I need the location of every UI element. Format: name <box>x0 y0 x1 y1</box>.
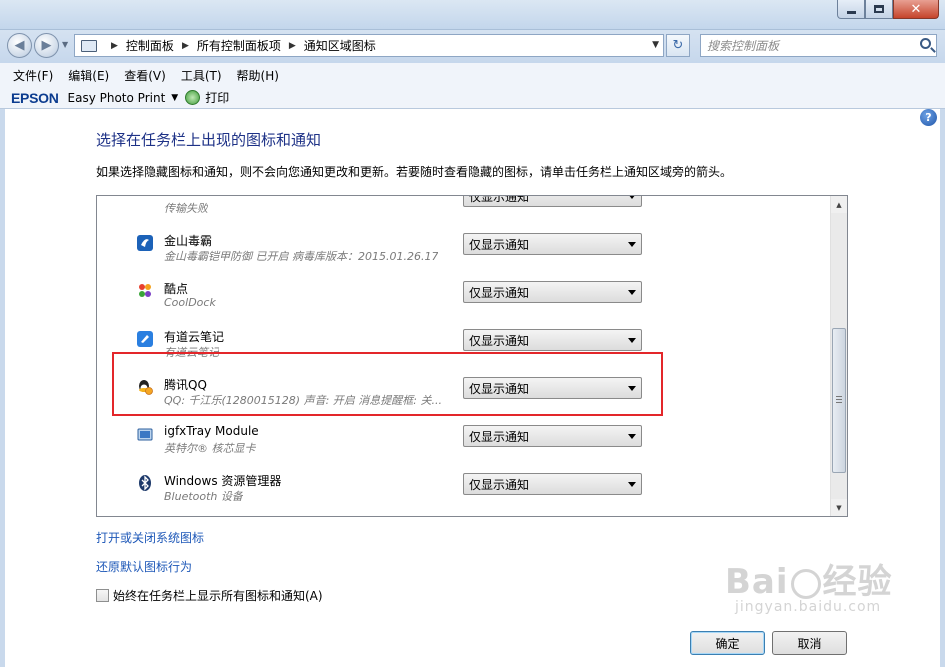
close-icon: ✕ <box>910 1 922 17</box>
list-item: 酷点 CoolDock 仅显示通知 <box>97 272 830 320</box>
print-icon[interactable] <box>185 90 201 105</box>
scroll-down-button[interactable]: ▼ <box>831 499 847 516</box>
kingsoft-antivirus-icon <box>137 235 153 251</box>
forward-arrow-icon: ▶ <box>41 38 52 53</box>
chevron-down-icon[interactable]: ▼ <box>171 93 178 103</box>
menu-tools[interactable]: 工具(T) <box>181 67 222 84</box>
window-controls: ✕ <box>837 0 939 19</box>
search-input[interactable]: 搜索控制面板 <box>700 34 937 57</box>
cooldock-icon <box>139 284 151 297</box>
list-item-name: 酷点 <box>164 282 189 296</box>
chevron-down-icon <box>628 290 636 295</box>
menu-help[interactable]: 帮助(H) <box>237 67 279 84</box>
always-show-checkbox[interactable] <box>96 589 109 602</box>
recent-pages-dropdown[interactable]: ▼ <box>62 40 68 49</box>
intel-graphics-icon <box>137 428 153 441</box>
chevron-down-icon <box>628 196 636 199</box>
refresh-button[interactable]: ↻ <box>666 34 690 57</box>
maximize-icon <box>874 5 884 13</box>
minimize-icon <box>846 10 856 14</box>
forward-button[interactable]: ▶ <box>34 33 59 58</box>
navigation-bar: ◀ ▶ ▼ ▶ 控制面板 ▶ 所有控制面板项 ▶ 通知区域图标 ▼ ↻ 搜索控制… <box>0 30 945 63</box>
chevron-down-icon <box>628 242 636 247</box>
list-item-status: 金山毒霸铠甲防御 已开启 病毒库版本：2015.01.26.17 <box>164 250 439 263</box>
menu-view[interactable]: 查看(V) <box>124 67 166 84</box>
baidu-watermark: Bai 经验 jingyan.baidu.com <box>725 562 893 615</box>
bluetooth-icon <box>139 475 151 491</box>
chevron-right-icon[interactable]: ▶ <box>289 41 296 51</box>
menu-file[interactable]: 文件(F) <box>13 67 53 84</box>
control-panel-icon <box>81 39 97 52</box>
youdao-note-icon <box>137 331 153 347</box>
system-icons-link[interactable]: 打开或关闭系统图标 <box>96 529 204 546</box>
title-bar: ✕ <box>0 0 945 30</box>
list-item-name: Windows 资源管理器 <box>164 474 282 488</box>
menu-edit[interactable]: 编辑(E) <box>68 67 109 84</box>
epson-logo: EPSON <box>11 89 59 106</box>
maximize-button[interactable] <box>865 0 893 19</box>
list-item-status: 传输失败 <box>164 202 208 215</box>
breadcrumb-all-items[interactable]: 所有控制面板项 <box>197 37 281 54</box>
chevron-right-icon[interactable]: ▶ <box>182 41 189 51</box>
always-show-label[interactable]: 始终在任务栏上显示所有图标和通知(A) <box>113 587 323 604</box>
page-description: 如果选择隐藏图标和通知，则不会向您通知更改和更新。若要随时查看隐藏的图标，请单击… <box>96 165 733 179</box>
cancel-button[interactable]: 取消 <box>772 631 847 655</box>
chevron-down-icon <box>628 434 636 439</box>
breadcrumb-notification-icons[interactable]: 通知区域图标 <box>304 37 376 54</box>
transfer-icon <box>137 196 153 203</box>
always-show-row: 始终在任务栏上显示所有图标和通知(A) <box>96 587 323 604</box>
chevron-down-icon <box>628 338 636 343</box>
address-dropdown-icon[interactable]: ▼ <box>652 40 659 50</box>
breadcrumb-control-panel[interactable]: 控制面板 <box>126 37 174 54</box>
behavior-select[interactable]: 仅显示通知 <box>463 281 642 303</box>
baidu-paw-icon <box>790 568 821 599</box>
list-item-status: CoolDock <box>164 296 216 309</box>
list-item-name: 金山毒霸 <box>164 234 213 248</box>
qq-highlight-box <box>112 352 663 416</box>
page-title: 选择在任务栏上出现的图标和通知 <box>96 131 322 149</box>
list-item-name: 有道云笔记 <box>164 330 225 344</box>
behavior-select[interactable]: 仅显示通知 <box>463 425 642 447</box>
vertical-scrollbar[interactable]: ▲ ▼ <box>830 196 847 516</box>
back-button[interactable]: ◀ <box>7 33 32 58</box>
behavior-select[interactable]: 仅显示通知 <box>463 329 642 351</box>
scrollbar-thumb[interactable] <box>832 328 846 473</box>
easy-photo-print-button[interactable]: Easy Photo Print <box>68 91 166 105</box>
chevron-right-icon[interactable]: ▶ <box>111 41 118 51</box>
address-bar[interactable]: ▶ 控制面板 ▶ 所有控制面板项 ▶ 通知区域图标 ▼ <box>74 34 664 57</box>
back-arrow-icon: ◀ <box>14 38 25 53</box>
minimize-button[interactable] <box>837 0 865 19</box>
restore-default-link[interactable]: 还原默认图标行为 <box>96 558 192 575</box>
behavior-select[interactable]: 仅显示通知 <box>463 196 642 207</box>
grip-icon <box>836 396 842 403</box>
list-item: igfxTray Module 英特尔® 核芯显卡 仅显示通知 <box>97 416 830 464</box>
chevron-down-icon <box>628 482 636 487</box>
list-item-status: 英特尔® 核芯显卡 <box>164 442 256 455</box>
ok-button[interactable]: 确定 <box>690 631 765 655</box>
scroll-up-button[interactable]: ▲ <box>831 196 847 213</box>
search-icon[interactable] <box>920 38 931 49</box>
behavior-select[interactable]: 仅显示通知 <box>463 473 642 495</box>
help-icon[interactable]: ? <box>920 109 937 126</box>
epson-toolbar: EPSON Easy Photo Print ▼ 打印 <box>0 87 945 109</box>
list-item: 金山毒霸 金山毒霸铠甲防御 已开启 病毒库版本：2015.01.26.17 仅显… <box>97 224 830 272</box>
search-placeholder: 搜索控制面板 <box>707 39 780 53</box>
behavior-select[interactable]: 仅显示通知 <box>463 233 642 255</box>
refresh-icon: ↻ <box>672 38 684 53</box>
print-button[interactable]: 打印 <box>205 89 229 106</box>
list-item: Windows 资源管理器 Bluetooth 设备 仅显示通知 <box>97 464 830 512</box>
list-item-name: igfxTray Module <box>164 424 259 438</box>
menu-bar: 文件(F) 编辑(E) 查看(V) 工具(T) 帮助(H) <box>0 63 945 87</box>
list-item: 传输失败 仅显示通知 <box>97 196 830 224</box>
close-button[interactable]: ✕ <box>893 0 939 19</box>
list-item-status: Bluetooth 设备 <box>164 490 243 503</box>
content-area: ? 选择在任务栏上出现的图标和通知 如果选择隐藏图标和通知，则不会向您通知更改和… <box>5 109 940 667</box>
